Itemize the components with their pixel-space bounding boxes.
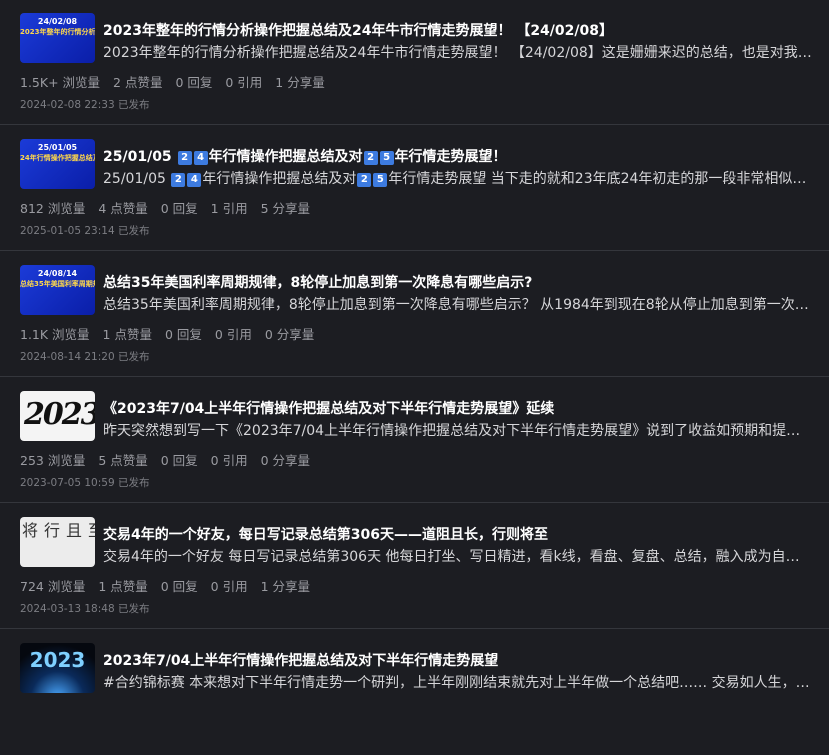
post-stats: 724 浏览量 1 点赞量 0 回复 0 引用 1 分享量 [20, 576, 319, 595]
post-thumbnail[interactable]: 2023 [20, 391, 95, 441]
likes-count: 2 点赞量 [113, 75, 163, 90]
post-title[interactable]: 25/01/05 2 4 年行情操作把握总结及对 2 5 年行情走势展望！ [103, 146, 507, 166]
replies-count: 0 回复 [164, 327, 202, 342]
likes-count: 4 点赞量 [98, 201, 148, 216]
post-thumbnail[interactable]: 24/02/08 2023年整年的行情分析操作把握总结及24年牛市行情走势展望 [20, 13, 95, 63]
post-item[interactable]: 将行且至则長 交易4年的一个好友，每日写记录总结第306天——道阻且长，行则将至… [0, 504, 829, 629]
keycap-digit: 2 [171, 173, 186, 187]
cites-count: 0 引用 [210, 453, 248, 468]
post-excerpt[interactable]: #合约锦标赛 本来想对下半年行情走势一个研判，上半年刚刚结束就先对上半年做一个总… [103, 672, 813, 692]
thumbnail-date: 24/02/08 [37, 17, 78, 26]
post-title[interactable]: 2023年7/04上半年行情操作把握总结及对下半年行情走势展望 [103, 650, 498, 670]
keycap-digit: 2 [357, 173, 372, 187]
keycap-digit: 4 [193, 151, 208, 165]
views-count: 812 浏览量 [20, 201, 86, 216]
cites-count: 1 引用 [210, 201, 248, 216]
post-title[interactable]: 总结35年美国利率周期规律，8轮停止加息到第一次降息有哪些启示? [103, 272, 532, 292]
post-thumbnail[interactable]: 将行且至则長 [20, 517, 95, 567]
views-count: 1.1K 浏览量 [20, 327, 90, 342]
post-stats: 1.1K 浏览量 1 点赞量 0 回复 0 引用 0 分享量 [20, 324, 323, 343]
post-excerpt[interactable]: 25/01/05 2 4 年行情操作把握总结及对 2 5 年行情走势展望 当下走的就和23… [103, 168, 813, 188]
cites-count: 0 引用 [210, 579, 248, 594]
shares-count: 0 分享量 [260, 453, 311, 468]
post-stats: 812 浏览量 4 点赞量 0 回复 1 引用 5 分享量 [20, 198, 319, 217]
published-time: 2023-07-05 10:59 已发布 [20, 477, 150, 489]
replies-count: 0 回复 [175, 75, 213, 90]
post-stats: 1.5K+ 浏览量 2 点赞量 0 回复 0 引用 1 分享量 [20, 72, 334, 91]
thumbnail-text: 2023 [24, 397, 95, 432]
shares-count: 0 分享量 [264, 327, 315, 342]
likes-count: 1 点赞量 [98, 579, 148, 594]
published-time: 2025-01-05 23:14 已发布 [20, 225, 150, 237]
title-part: 年行情操作把握总结及对 [208, 149, 363, 165]
shares-count: 5 分享量 [260, 201, 311, 216]
excerpt-part: 25/01/05 [103, 171, 166, 187]
post-excerpt[interactable]: 交易4年的一个好友 每日写记录总结第306天 他每日打坐、写日精进，看k线，看盘… [103, 546, 813, 566]
views-count: 724 浏览量 [20, 579, 86, 594]
cites-count: 0 引用 [225, 75, 263, 90]
replies-count: 0 回复 [160, 453, 198, 468]
likes-count: 1 点赞量 [102, 327, 152, 342]
thumbnail-text: 2023 [29, 648, 86, 672]
published-time: 2024-03-13 18:48 已发布 [20, 603, 150, 615]
views-count: 1.5K+ 浏览量 [20, 75, 101, 90]
title-part: 25/01/05 [103, 149, 172, 165]
post-item[interactable]: 24/02/08 2023年整年的行情分析操作把握总结及24年牛市行情走势展望 … [0, 0, 829, 125]
published-time: 2024-02-08 22:33 已发布 [20, 99, 150, 111]
post-item[interactable]: 24/08/14 总结35年美国利率周期规律，8轮停止加息到第一次降息有哪些启示… [0, 252, 829, 377]
thumbnail-text: 总结35年美国利率周期规律，8轮停止加息到第一次降息有哪些启示？ [20, 280, 95, 288]
shares-count: 1 分享量 [275, 75, 325, 90]
post-thumbnail[interactable]: 2023 [20, 643, 95, 693]
thumbnail-date: 24/08/14 [37, 269, 78, 278]
cites-count: 0 引用 [214, 327, 252, 342]
replies-count: 0 回复 [160, 201, 198, 216]
title-part: 年行情走势展望！ [394, 149, 507, 165]
post-item[interactable]: 25/01/05 24年行情操作把握总结及对25年行情走势展望 25/01/05… [0, 126, 829, 251]
post-excerpt[interactable]: 昨天突然想到写一下《2023年7/04上半年行情操作把握总结及对下半年行情走势展… [103, 420, 813, 440]
post-thumbnail[interactable]: 24/08/14 总结35年美国利率周期规律，8轮停止加息到第一次降息有哪些启示… [20, 265, 95, 315]
post-item[interactable]: 2023 《2023年7/04上半年行情操作把握总结及对下半年行情走势展望》延续… [0, 378, 829, 503]
keycap-digit: 5 [379, 151, 394, 165]
excerpt-part: 年行情操作把握总结及对 [202, 171, 357, 187]
post-title[interactable]: 《2023年7/04上半年行情操作把握总结及对下半年行情走势展望》延续 [103, 398, 554, 418]
post-title[interactable]: 交易4年的一个好友，每日写记录总结第306天——道阻且长，行则将至 [103, 524, 548, 544]
thumbnail-text: 将行且至则長 [22, 521, 95, 540]
keycap-digit: 2 [363, 151, 378, 165]
keycap-digit: 4 [187, 173, 202, 187]
views-count: 253 浏览量 [20, 453, 86, 468]
post-excerpt[interactable]: 2023年整年的行情分析操作把握总结及24年牛市行情走势展望！ 【24/02/0… [103, 42, 813, 62]
likes-count: 5 点赞量 [98, 453, 148, 468]
published-time: 2024-08-14 21:20 已发布 [20, 351, 150, 363]
replies-count: 0 回复 [160, 579, 198, 594]
post-excerpt[interactable]: 总结35年美国利率周期规律，8轮停止加息到第一次降息有哪些启示？ 从1984年到… [103, 294, 813, 314]
keycap-digit: 5 [373, 173, 388, 187]
excerpt-part: 年行情走势展望 当下走的就和23年底24年初走的那一段非常相似。 涨... [388, 171, 813, 187]
thumbnail-text: 24年行情操作把握总结及对25年行情走势展望 [20, 154, 95, 162]
post-item[interactable]: 2023 2023年7/04上半年行情操作把握总结及对下半年行情走势展望 #合约… [0, 630, 829, 755]
shares-count: 1 分享量 [260, 579, 311, 594]
post-thumbnail[interactable]: 25/01/05 24年行情操作把握总结及对25年行情走势展望 [20, 139, 95, 189]
post-title[interactable]: 2023年整年的行情分析操作把握总结及24年牛市行情走势展望！ 【24/02/0… [103, 20, 613, 40]
post-stats: 253 浏览量 5 点赞量 0 回复 0 引用 0 分享量 [20, 450, 319, 469]
keycap-digit: 2 [177, 151, 192, 165]
thumbnail-text: 2023年整年的行情分析操作把握总结及24年牛市行情走势展望 [20, 28, 95, 36]
thumbnail-date: 25/01/05 [37, 143, 78, 152]
